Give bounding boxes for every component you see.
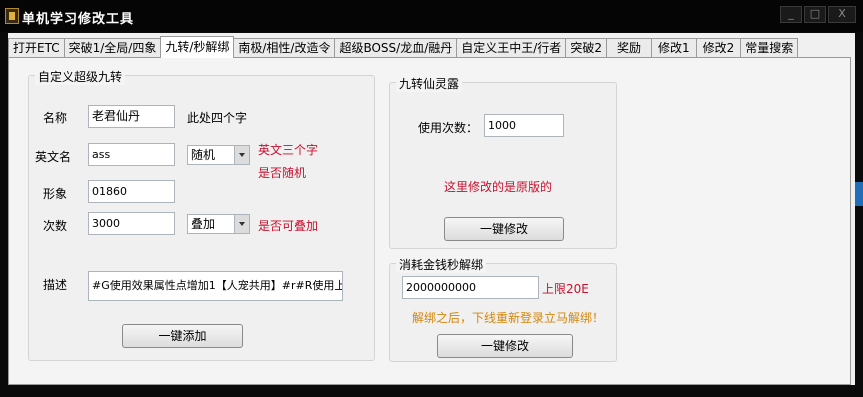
uses-field[interactable]: 1000 <box>484 114 564 137</box>
tab-custom-king[interactable]: 自定义王中王/行者 <box>456 38 567 58</box>
jiuzhuan-lingl-group: 九转仙灵露 使用次数： 1000 这里修改的是原版的 一键修改 <box>389 75 617 249</box>
tab-panel-jiuzhuan: 自定义超级九转 名称 老君仙丹 此处四个字 英文名 ass 随机 英文三个字 是… <box>8 57 851 385</box>
unbind-modify-button[interactable]: 一键修改 <box>437 334 573 358</box>
name-hint: 此处四个字 <box>187 111 248 125</box>
original-version-note: 这里修改的是原版的 <box>444 180 553 194</box>
app-logo-icon <box>5 8 19 24</box>
english-name-field[interactable]: ass <box>88 143 175 166</box>
maximize-button[interactable]: □ <box>804 6 826 23</box>
description-label: 描述 <box>43 278 68 292</box>
tab-constant-search[interactable]: 常量搜索 <box>740 38 799 58</box>
chevron-down-icon[interactable] <box>234 215 249 233</box>
random-select-value: 随机 <box>191 148 216 162</box>
close-button[interactable]: X <box>828 6 856 23</box>
tab-rewards[interactable]: 奖励 <box>605 38 652 58</box>
app-window: 单机学习修改工具 _ □ X 打开ETC 突破1/全局/四象 九转/秒解绑 南极… <box>0 0 863 397</box>
jiuzhuan-lingl-legend: 九转仙灵露 <box>396 75 463 92</box>
tab-super-boss[interactable]: 超级BOSS/龙血/融丹 <box>334 38 458 58</box>
english-name-hint: 英文三个字 <box>258 143 319 157</box>
tab-nanji[interactable]: 南极/相性/改造令 <box>233 38 336 58</box>
money-field[interactable]: 2000000000 <box>402 276 539 299</box>
lingl-modify-button[interactable]: 一键修改 <box>444 217 564 241</box>
tab-breakthrough2[interactable]: 突破2 <box>565 38 607 58</box>
tab-open-etc[interactable]: 打开ETC <box>8 38 65 58</box>
name-field[interactable]: 老君仙丹 <box>88 105 175 128</box>
minimize-button[interactable]: _ <box>780 6 802 23</box>
stack-hint: 是否可叠加 <box>258 219 319 233</box>
random-hint: 是否随机 <box>258 166 307 180</box>
english-name-label: 英文名 <box>35 150 72 164</box>
chevron-down-icon[interactable] <box>234 146 249 164</box>
add-button[interactable]: 一键添加 <box>122 324 243 348</box>
client-area: 打开ETC 突破1/全局/四象 九转/秒解绑 南极/相性/改造令 超级BOSS/… <box>8 33 855 385</box>
random-select[interactable]: 随机 <box>187 145 250 165</box>
image-label: 形象 <box>43 187 68 201</box>
stack-select-value: 叠加 <box>191 217 216 231</box>
window-title: 单机学习修改工具 <box>22 12 135 27</box>
money-unbind-group: 消耗金钱秒解绑 2000000000 上限20E 解绑之后，下线重新登录立马解绑… <box>389 256 617 362</box>
stack-select[interactable]: 叠加 <box>187 214 250 234</box>
uses-label: 使用次数： <box>418 121 479 135</box>
custom-jiuzhuan-group: 自定义超级九转 名称 老君仙丹 此处四个字 英文名 ass 随机 英文三个字 是… <box>28 68 375 361</box>
unbind-note: 解绑之后，下线重新登录立马解绑！ <box>412 311 605 325</box>
description-field[interactable]: #G使用效果属性点增加1【人宠共用】#r#R使用上 <box>88 271 343 301</box>
scrollbar-edge[interactable] <box>855 182 863 206</box>
tab-jiuzhuan[interactable]: 九转/秒解绑 <box>160 36 235 58</box>
money-unbind-legend: 消耗金钱秒解绑 <box>396 256 487 273</box>
tab-strip: 打开ETC 突破1/全局/四象 九转/秒解绑 南极/相性/改造令 超级BOSS/… <box>8 36 799 58</box>
tab-modify2[interactable]: 修改2 <box>695 38 742 58</box>
count-label: 次数 <box>43 219 68 233</box>
name-label: 名称 <box>43 111 68 125</box>
limit-label: 上限20E <box>542 282 589 296</box>
image-field[interactable]: 01860 <box>88 180 175 203</box>
custom-jiuzhuan-legend: 自定义超级九转 <box>35 68 126 85</box>
tab-modify1[interactable]: 修改1 <box>650 38 697 58</box>
tab-breakthrough1[interactable]: 突破1/全局/四象 <box>63 38 162 58</box>
title-bar[interactable]: 单机学习修改工具 _ □ X <box>0 0 863 32</box>
count-field[interactable]: 3000 <box>88 212 175 235</box>
